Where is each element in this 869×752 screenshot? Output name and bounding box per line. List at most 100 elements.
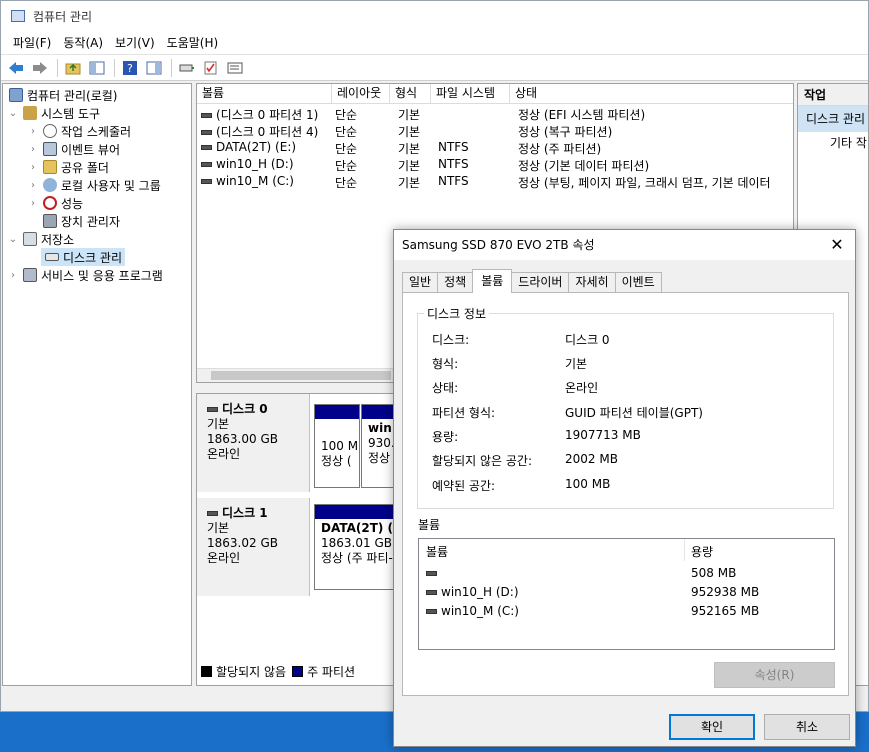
col-type[interactable]: 형식 (390, 84, 431, 104)
chevron-right-icon[interactable]: › (7, 270, 19, 281)
chevron-right-icon[interactable]: › (27, 198, 39, 209)
dialog-title-bar: Samsung SSD 870 EVO 2TB 속성 ✕ (394, 230, 855, 260)
info-value: 100 MB (565, 477, 611, 491)
list-item[interactable]: win10_H (D:) 952938 MB (426, 585, 826, 601)
forward-icon[interactable] (29, 58, 51, 78)
show-hide-tree-icon[interactable] (86, 58, 108, 78)
chevron-right-icon[interactable]: › (27, 180, 39, 191)
chevron-down-icon[interactable]: ⌄ (7, 234, 19, 245)
volume-icon (426, 571, 437, 576)
volume-row[interactable]: (디스크 0 파티션 4) 단순 기본 정상 (복구 파티션) (201, 123, 793, 140)
tree-root[interactable]: 컴퓨터 관리(로컬) (5, 86, 117, 104)
tree-shared-folders[interactable]: › 공유 폴더 (27, 158, 109, 176)
menu-file[interactable]: 파일(F) (7, 34, 57, 51)
partition-block[interactable]: win1930.(정상 (361, 404, 395, 488)
tools-icon (23, 106, 37, 120)
chevron-right-icon[interactable]: › (27, 126, 39, 137)
svg-text:?: ? (127, 62, 133, 75)
checklist-icon[interactable] (200, 58, 222, 78)
partition-block[interactable]: DATA(2T) (E1863.01 GB N정상 (주 파티- (314, 504, 396, 590)
disk-info-label: 디스크 정보 (424, 305, 490, 322)
tree-disk-management[interactable]: 디스크 관리 (41, 248, 126, 266)
title-bar: 컴퓨터 관리 (1, 1, 868, 31)
menu-bar: 파일(F) 동작(A) 보기(V) 도움말(H) (1, 31, 868, 55)
chevron-right-icon[interactable]: › (27, 162, 39, 173)
info-value: 기본 (565, 357, 588, 371)
properties-icon[interactable] (224, 58, 246, 78)
disk0-info[interactable]: 디스크 0 기본 1863.00 GB 온라인 (197, 394, 310, 492)
col-layout[interactable]: 레이아웃 (332, 84, 390, 104)
volume-icon (426, 609, 437, 614)
back-icon[interactable] (5, 58, 27, 78)
tree-storage[interactable]: ⌄ 저장소 (7, 230, 74, 248)
disk1-info[interactable]: 디스크 1 기본 1863.02 GB 온라인 (197, 498, 310, 596)
computer-icon (9, 88, 23, 102)
tree-device-manager[interactable]: 장치 관리자 (39, 212, 120, 230)
volume-icon (201, 162, 212, 167)
col-status[interactable]: 상태 (510, 84, 793, 104)
info-label: 예약된 공간: (432, 479, 496, 493)
users-icon (43, 178, 57, 192)
scrollbar-thumb[interactable] (211, 371, 391, 380)
volume-row[interactable]: win10_M (C:) 단순 기본 NTFS 정상 (부팅, 페이지 파일, … (201, 174, 793, 191)
action-disk-management[interactable]: 디스크 관리 (798, 106, 868, 132)
tab-driver[interactable]: 드라이버 (511, 272, 570, 292)
disk-icon (45, 253, 59, 261)
partition-block[interactable]: 100 M 정상 ( (314, 404, 360, 488)
volumes-tab-page: 디스크 정보 디스크: 디스크 0 형식: 기본 상태: 온라인 파티션 형식:… (402, 292, 849, 696)
tree-task-scheduler[interactable]: › 작업 스케줄러 (27, 122, 131, 140)
col-filesystem[interactable]: 파일 시스템 (431, 84, 510, 104)
info-label: 상태: (432, 381, 459, 395)
volume-row[interactable]: win10_H (D:) 단순 기본 NTFS 정상 (기본 데이터 파티션) (201, 157, 793, 174)
info-value: 2002 MB (565, 452, 618, 466)
tree-event-viewer[interactable]: › 이벤트 뷰어 (27, 140, 120, 158)
help-icon[interactable]: ? (119, 58, 141, 78)
menu-help[interactable]: 도움말(H) (161, 34, 225, 51)
volume-row[interactable]: (디스크 0 파티션 1) 단순 기본 정상 (EFI 시스템 파티션) (201, 106, 793, 123)
tree-performance[interactable]: › 성능 (27, 194, 83, 212)
shared-folder-icon (43, 160, 57, 174)
info-value: GUID 파티션 테이블(GPT) (565, 406, 703, 420)
chevron-down-icon[interactable]: ⌄ (7, 108, 19, 119)
list-item[interactable]: win10_M (C:) 952165 MB (426, 604, 826, 620)
tree-services[interactable]: › 서비스 및 응용 프로그램 (7, 266, 163, 284)
disk-info-group: 디스크 정보 디스크: 디스크 0 형식: 기본 상태: 온라인 파티션 형식:… (417, 305, 834, 509)
tree-system-tools[interactable]: ⌄ 시스템 도구 (7, 104, 100, 122)
show-hide-action-pane-icon[interactable] (143, 58, 165, 78)
chevron-right-icon[interactable]: › (27, 144, 39, 155)
unallocated-swatch (201, 666, 212, 677)
volume-icon (201, 145, 212, 150)
info-value: 1907713 MB (565, 428, 641, 442)
tree-local-users[interactable]: › 로컬 사용자 및 그룹 (27, 176, 161, 194)
info-label: 형식: (432, 357, 459, 371)
connect-icon[interactable] (176, 58, 198, 78)
list-item[interactable]: 508 MB (426, 566, 826, 582)
tab-events[interactable]: 이벤트 (614, 272, 662, 292)
volumes-label: 볼륨 (418, 518, 441, 532)
ok-button[interactable]: 확인 (669, 714, 755, 740)
device-manager-icon (43, 214, 57, 228)
list-header-capacity[interactable]: 용량 (691, 543, 713, 560)
cancel-button[interactable]: 취소 (764, 714, 850, 740)
tab-details[interactable]: 자세히 (568, 272, 616, 292)
navigation-tree: 컴퓨터 관리(로컬) ⌄ 시스템 도구 › 작업 스케줄러 › 이벤트 뷰어 ›… (2, 83, 192, 686)
menu-view[interactable]: 보기(V) (109, 34, 161, 51)
tab-general[interactable]: 일반 (402, 272, 439, 292)
toolbar: ? (1, 55, 868, 81)
up-folder-icon[interactable] (62, 58, 84, 78)
dialog-tabs: 일반 정책 볼륨 드라이버 자세히 이벤트 (402, 269, 662, 293)
menu-action[interactable]: 동작(A) (57, 34, 109, 51)
disk-properties-dialog: Samsung SSD 870 EVO 2TB 속성 ✕ 일반 정책 볼륨 드라… (393, 229, 856, 747)
col-volume[interactable]: 볼륨 (197, 84, 332, 104)
list-header-volume[interactable]: 볼륨 (426, 543, 448, 560)
performance-icon (43, 196, 57, 210)
action-more[interactable]: 기타 작 (798, 132, 868, 154)
tab-policies[interactable]: 정책 (437, 272, 474, 292)
tab-volumes[interactable]: 볼륨 (472, 269, 513, 293)
close-icon[interactable]: ✕ (827, 230, 847, 260)
window-title: 컴퓨터 관리 (33, 9, 93, 24)
volumes-listbox[interactable]: 볼륨 용량 508 MB win10_H (D:) 952938 MB win1… (418, 538, 835, 650)
info-label: 용량: (432, 430, 459, 444)
volume-row[interactable]: DATA(2T) (E:) 단순 기본 NTFS 정상 (주 파티션) (201, 140, 793, 157)
properties-button[interactable]: 속성(R) (714, 662, 835, 688)
